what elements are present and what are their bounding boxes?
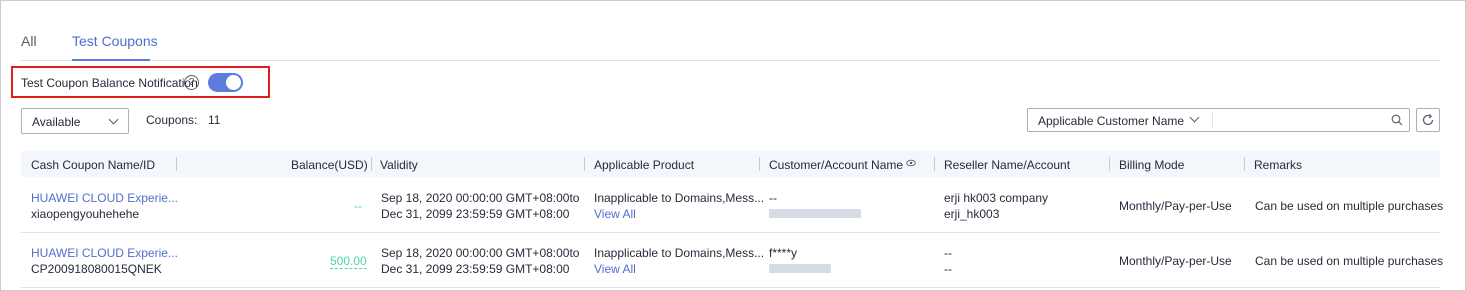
header-separator: [1244, 157, 1245, 171]
table-header: Cash Coupon Name/ID Balance(USD) Validit…: [21, 151, 1440, 177]
balance-value: --: [354, 199, 362, 213]
reseller-name: erji hk003 company: [944, 191, 1049, 205]
header-name: Cash Coupon Name/ID: [31, 158, 156, 172]
chevron-down-icon: [108, 114, 119, 125]
search-box: Applicable Customer Name: [1027, 108, 1410, 132]
search-field-label: Applicable Customer Name: [1038, 114, 1185, 128]
header-separator: [1109, 157, 1110, 171]
reseller-name: --: [944, 246, 952, 260]
header-separator: [371, 157, 372, 171]
header-product: Applicable Product: [594, 158, 695, 172]
search-separator: [1212, 113, 1213, 127]
remarks: Can be used on multiple purchases: [1255, 199, 1444, 213]
header-remarks: Remarks: [1254, 158, 1303, 172]
coupon-id: xiaopengyouhehehe: [31, 207, 140, 221]
validity-end: Dec 31, 2099 23:59:59 GMT+08:00: [381, 207, 570, 221]
coupon-name-link[interactable]: HUAWEI CLOUD Experie...: [31, 246, 178, 260]
validity-start: Sep 18, 2020 00:00:00 GMT+08:00to: [381, 191, 580, 205]
notification-label: Test Coupon Balance Notification: [21, 76, 198, 90]
coupons-count: 11: [208, 113, 221, 127]
chevron-down-icon: [1189, 112, 1200, 123]
table-row: HUAWEI CLOUD Experie... CP200918080015QN…: [21, 233, 1444, 288]
header-customer: Customer/Account Name: [769, 158, 904, 172]
customer-name: f****y: [769, 246, 798, 260]
coupons-label: Coupons:: [146, 113, 198, 127]
coupon-id: CP200918080015QNEK: [31, 262, 162, 276]
refresh-button[interactable]: [1416, 108, 1440, 132]
search-input[interactable]: [1214, 110, 1384, 130]
tab-all[interactable]: All: [21, 33, 37, 49]
balance-link[interactable]: 500.00: [330, 254, 367, 269]
view-all-link[interactable]: View All: [594, 262, 636, 276]
billing-mode: Monthly/Pay-per-Use: [1119, 199, 1232, 213]
remarks: Can be used on multiple purchases: [1255, 254, 1444, 268]
header-separator: [934, 157, 935, 171]
tab-divider: [21, 60, 1440, 61]
coupon-name-link[interactable]: HUAWEI CLOUD Experie...: [31, 191, 178, 205]
eye-icon[interactable]: [906, 159, 916, 167]
header-billing: Billing Mode: [1119, 158, 1185, 172]
table-row: HUAWEI CLOUD Experie... xiaopengyouheheh…: [21, 178, 1444, 233]
status-select-value: Available: [32, 115, 81, 129]
validity-start: Sep 18, 2020 00:00:00 GMT+08:00to: [381, 246, 580, 260]
masked-account: [769, 264, 831, 273]
masked-account: [769, 209, 861, 218]
header-reseller: Reseller Name/Account: [944, 158, 1071, 172]
applicable-product: Inapplicable to Domains,Mess...: [594, 191, 765, 205]
view-all-link[interactable]: View All: [594, 207, 636, 221]
header-balance: Balance(USD): [291, 158, 368, 172]
validity-end: Dec 31, 2099 23:59:59 GMT+08:00: [381, 262, 570, 276]
active-tab-indicator: [72, 59, 150, 61]
search-field-select[interactable]: Applicable Customer Name: [1028, 109, 1212, 131]
header-separator: [584, 157, 585, 171]
notification-toggle[interactable]: [208, 73, 243, 92]
header-validity: Validity: [380, 158, 418, 172]
search-icon[interactable]: [1391, 114, 1403, 126]
header-separator: [759, 157, 760, 171]
status-select[interactable]: Available: [21, 108, 129, 134]
header-separator: [176, 157, 177, 171]
reseller-account: --: [944, 262, 952, 276]
refresh-icon: [1422, 113, 1434, 126]
help-icon[interactable]: ?: [184, 75, 199, 90]
tab-test-coupons[interactable]: Test Coupons: [72, 33, 158, 49]
customer-name: --: [769, 191, 777, 205]
applicable-product: Inapplicable to Domains,Mess...: [594, 246, 765, 260]
reseller-account: erji_hk003: [944, 207, 1000, 221]
toggle-knob: [226, 75, 241, 90]
billing-mode: Monthly/Pay-per-Use: [1119, 254, 1232, 268]
